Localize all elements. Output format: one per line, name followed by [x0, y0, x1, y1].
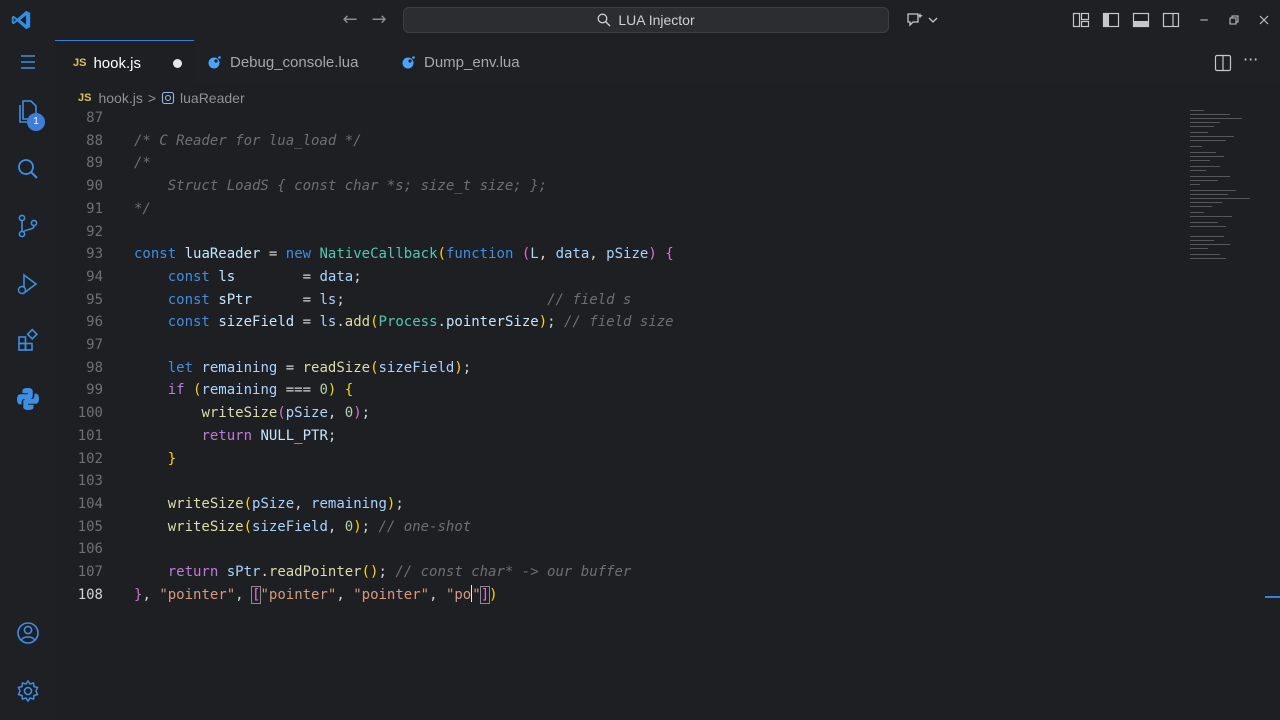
toggle-primary-sidebar-icon[interactable]: [1102, 11, 1120, 29]
javascript-file-icon: JS: [78, 92, 92, 104]
restore-icon[interactable]: [1226, 12, 1242, 28]
account-icon[interactable]: [14, 619, 42, 647]
code-line: 105 writeSize(sizeField, 0); // one-shot: [55, 516, 1185, 539]
scrollbar-cursor-marker: [1265, 596, 1280, 598]
breadcrumb-file[interactable]: hook.js: [98, 90, 142, 106]
code-line: 95 const sPtr = ls; // field s: [55, 289, 1185, 312]
tab-dump-env-lua[interactable]: Dump_env.lua: [402, 40, 552, 85]
line-number: 95: [86, 291, 103, 308]
code-line-current: 108}, "pointer", ["pointer", "pointer", …: [55, 584, 1185, 607]
code-line: 106: [55, 538, 1185, 561]
line-number: 101: [77, 427, 103, 444]
more-actions-icon[interactable]: ···: [1243, 50, 1258, 69]
line-number: 104: [77, 495, 103, 512]
code-line: 99 if (remaining === 0) {: [55, 379, 1185, 402]
code-line: 92: [55, 221, 1185, 244]
line-number: 108: [77, 586, 103, 603]
search-label: LUA Injector: [618, 12, 695, 28]
lua-file-icon: [402, 56, 415, 69]
forward-arrow-icon[interactable]: →: [369, 10, 389, 30]
copilot-chat-icon[interactable]: [905, 11, 925, 29]
menu-icon[interactable]: [14, 48, 42, 76]
code-line: 87: [55, 107, 1185, 130]
line-number: 89: [86, 155, 103, 172]
line-number: 105: [77, 518, 103, 535]
line-number: 90: [86, 178, 103, 195]
tab-debug-console-lua[interactable]: Debug_console.lua: [208, 40, 388, 85]
line-number: 94: [86, 268, 103, 285]
code-line: 102 }: [55, 448, 1185, 471]
minimap[interactable]: [1186, 108, 1266, 268]
line-number: 106: [77, 541, 103, 558]
line-number: 107: [77, 564, 103, 580]
symbol-variable-icon: [161, 91, 175, 105]
line-number: 96: [86, 314, 103, 331]
tab-label: Debug_console.lua: [230, 54, 359, 71]
code-line: 103: [55, 470, 1185, 493]
minimize-icon[interactable]: ─: [1196, 12, 1212, 28]
toggle-panel-icon[interactable]: [1132, 11, 1150, 29]
code-line: 104 writeSize(pSize, remaining);: [55, 493, 1185, 516]
line-number: 93: [86, 246, 103, 263]
editor-tab-bar: JS hook.js Debug_console.lua Dump_env.lu…: [55, 40, 1280, 85]
source-control-icon[interactable]: [14, 212, 42, 240]
code-line: 90 Struct LoadS { const char *s; size_t …: [55, 175, 1185, 198]
code-editor[interactable]: 87 88/* C Reader for lua_load */ 89/* 90…: [55, 107, 1185, 627]
explorer-badge: 1: [27, 113, 45, 131]
javascript-file-icon: JS: [73, 57, 87, 69]
code-line: 89/*: [55, 152, 1185, 175]
code-line: 88/* C Reader for lua_load */: [55, 130, 1185, 153]
tab-label: Dump_env.lua: [424, 54, 520, 71]
breadcrumb: JS hook.js > luaReader: [78, 87, 245, 109]
run-debug-icon[interactable]: [14, 270, 42, 298]
vscode-logo-icon: [11, 10, 31, 30]
line-number: 88: [86, 132, 103, 149]
tab-hook-js[interactable]: JS hook.js: [55, 40, 194, 85]
code-line: 91 */: [55, 198, 1185, 221]
lua-file-icon: [208, 56, 221, 69]
line-number: 102: [77, 450, 103, 467]
code-line: 94 const ls = data;: [55, 266, 1185, 289]
line-number: 91: [86, 200, 103, 217]
line-number: 99: [86, 382, 103, 399]
settings-gear-icon[interactable]: [14, 677, 42, 705]
unsaved-dot-icon[interactable]: [173, 59, 182, 68]
breadcrumb-symbol[interactable]: luaReader: [180, 90, 245, 106]
search-icon[interactable]: [14, 155, 42, 183]
code-line: 100 writeSize(pSize, 0);: [55, 402, 1185, 425]
tab-label: hook.js: [93, 54, 141, 72]
code-line: 98 let remaining = readSize(sizeField);: [55, 357, 1185, 380]
split-editor-icon[interactable]: [1214, 54, 1232, 72]
code-line: 107 return sPtr.readPointer(); // const …: [55, 561, 1185, 584]
line-number: 97: [86, 337, 103, 353]
code-line: 101 return NULL_PTR;: [55, 425, 1185, 448]
activity-bar: 1: [0, 40, 55, 720]
line-number: 100: [77, 405, 103, 422]
line-number: 98: [86, 359, 103, 376]
line-number: 103: [77, 473, 103, 490]
chevron-down-icon[interactable]: [928, 11, 938, 29]
customize-layout-icon[interactable]: [1072, 11, 1090, 29]
code-line: 93 const luaReader = new NativeCallback(f…: [55, 243, 1185, 266]
back-arrow-icon[interactable]: ←: [340, 10, 360, 30]
python-icon[interactable]: [14, 385, 42, 413]
code-line: 97: [55, 334, 1185, 357]
title-bar: ← → LUA Injector ─: [0, 0, 1280, 40]
extensions-icon[interactable]: [14, 327, 42, 355]
toggle-secondary-sidebar-icon[interactable]: [1162, 11, 1180, 29]
command-center-search[interactable]: LUA Injector: [403, 7, 889, 33]
breadcrumb-separator: >: [147, 90, 157, 106]
close-icon[interactable]: [1256, 12, 1272, 28]
code-line: 96 const sizeField = ls.add(Process.poin…: [55, 311, 1185, 334]
search-icon: [597, 13, 611, 27]
line-number: 92: [86, 223, 103, 240]
line-number: 87: [86, 110, 103, 126]
